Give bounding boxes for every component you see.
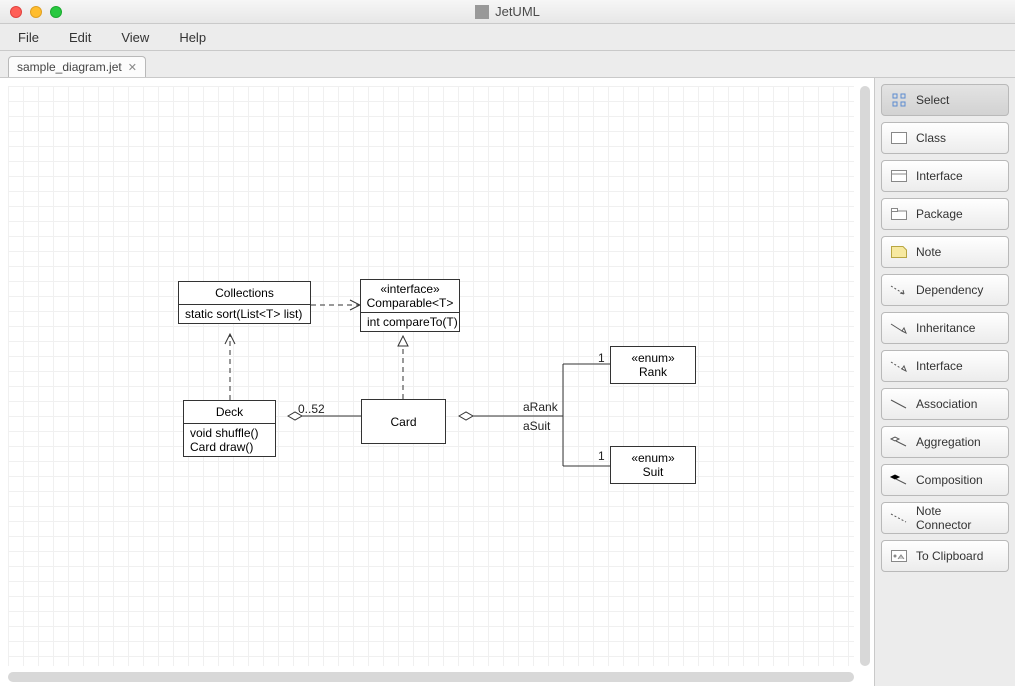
- app-title-label: JetUML: [495, 4, 540, 19]
- node-op: static sort(List<T> list): [179, 304, 310, 323]
- tool-note-connector[interactable]: Note Connector: [881, 502, 1009, 534]
- label-asuit: aSuit: [523, 419, 550, 433]
- label-suit-mult: 1: [598, 449, 605, 463]
- menu-view[interactable]: View: [121, 30, 149, 45]
- tool-label: Aggregation: [916, 435, 981, 449]
- menu-help[interactable]: Help: [179, 30, 206, 45]
- close-icon[interactable]: ✕: [128, 61, 137, 74]
- tool-interface[interactable]: Interface: [881, 160, 1009, 192]
- association-icon: [890, 397, 908, 411]
- aggregation-icon: [890, 435, 908, 449]
- tool-label: Association: [916, 397, 977, 411]
- node-name: Rank: [615, 365, 691, 379]
- label-arank: aRank: [523, 400, 558, 414]
- composition-icon: [890, 473, 908, 487]
- note-conn-icon: [890, 511, 908, 525]
- tool-label: Package: [916, 207, 963, 221]
- tool-label: Composition: [916, 473, 983, 487]
- tool-label: Note: [916, 245, 941, 259]
- op1: void shuffle(): [190, 426, 269, 440]
- menu-edit[interactable]: Edit: [69, 30, 91, 45]
- tool-aggregation[interactable]: Aggregation: [881, 426, 1009, 458]
- menubar: File Edit View Help: [0, 24, 1015, 51]
- class-icon: [890, 131, 908, 145]
- note-icon: [890, 245, 908, 259]
- node-collections[interactable]: Collections static sort(List<T> list): [178, 281, 311, 324]
- select-icon: [890, 93, 908, 107]
- tool-label: Dependency: [916, 283, 983, 297]
- tool-label: Inheritance: [916, 321, 975, 335]
- node-name: Comparable<T>: [365, 296, 455, 310]
- interface-icon: [890, 169, 908, 183]
- node-name: Suit: [615, 465, 691, 479]
- node-op: int compareTo(T): [361, 312, 459, 331]
- tool-package[interactable]: Package: [881, 198, 1009, 230]
- tool-label: Note Connector: [916, 504, 1000, 532]
- tool-interface-conn[interactable]: Interface: [881, 350, 1009, 382]
- stereotype: «enum»: [615, 351, 691, 365]
- tool-association[interactable]: Association: [881, 388, 1009, 420]
- titlebar: JetUML: [0, 0, 1015, 24]
- tool-inheritance[interactable]: Inheritance: [881, 312, 1009, 344]
- tool-label: Class: [916, 131, 946, 145]
- tool-label: To Clipboard: [916, 549, 983, 563]
- tool-class[interactable]: Class: [881, 122, 1009, 154]
- tool-to-clipboard[interactable]: To Clipboard: [881, 540, 1009, 572]
- scroll-thumb[interactable]: [8, 672, 854, 682]
- label-rank-mult: 1: [598, 351, 605, 365]
- window-title: JetUML: [0, 4, 1015, 19]
- scrollbar-vertical[interactable]: [860, 86, 870, 666]
- edges-layer: Comparable dependency --> Collections de…: [8, 86, 854, 666]
- workspace: Comparable dependency --> Collections de…: [0, 77, 1015, 686]
- tool-composition[interactable]: Composition: [881, 464, 1009, 496]
- node-header: «interface» Comparable<T>: [361, 280, 459, 312]
- palette: Select Class Interface Package Note Depe…: [874, 77, 1015, 686]
- tool-dependency[interactable]: Dependency: [881, 274, 1009, 306]
- node-header: «enum» Rank: [611, 347, 695, 383]
- node-deck[interactable]: Deck void shuffle() Card draw(): [183, 400, 276, 457]
- op2: Card draw(): [190, 440, 269, 454]
- tab-label: sample_diagram.jet: [17, 60, 122, 74]
- node-name: Card: [390, 415, 416, 429]
- node-name: Collections: [179, 282, 310, 304]
- dependency-icon: [890, 283, 908, 297]
- tab-sample-diagram[interactable]: sample_diagram.jet ✕: [8, 56, 146, 77]
- node-suit[interactable]: «enum» Suit: [610, 446, 696, 484]
- inheritance-icon: [890, 321, 908, 335]
- stereotype: «enum»: [615, 451, 691, 465]
- tool-select[interactable]: Select: [881, 84, 1009, 116]
- tool-label: Interface: [916, 359, 963, 373]
- clipboard-icon: [890, 549, 908, 563]
- tabbar: sample_diagram.jet ✕: [0, 51, 1015, 77]
- tool-label: Interface: [916, 169, 963, 183]
- node-comparable[interactable]: «interface» Comparable<T> int compareTo(…: [360, 279, 460, 332]
- label-multiplicity: 0..52: [298, 402, 325, 416]
- node-name: Deck: [184, 401, 275, 423]
- tool-label: Select: [916, 93, 949, 107]
- node-rank[interactable]: «enum» Rank: [610, 346, 696, 384]
- menu-file[interactable]: File: [18, 30, 39, 45]
- scroll-thumb[interactable]: [860, 86, 870, 666]
- node-card[interactable]: Card: [361, 399, 446, 444]
- package-icon: [890, 207, 908, 221]
- canvas-wrapper: Comparable dependency --> Collections de…: [0, 77, 874, 686]
- tool-note[interactable]: Note: [881, 236, 1009, 268]
- diagram-canvas[interactable]: Comparable dependency --> Collections de…: [8, 86, 854, 666]
- app-icon: [475, 5, 489, 19]
- node-header: «enum» Suit: [611, 447, 695, 483]
- stereotype: «interface»: [365, 282, 455, 296]
- scrollbar-horizontal[interactable]: [8, 672, 854, 682]
- interface-conn-icon: [890, 359, 908, 373]
- node-ops: void shuffle() Card draw(): [184, 423, 275, 456]
